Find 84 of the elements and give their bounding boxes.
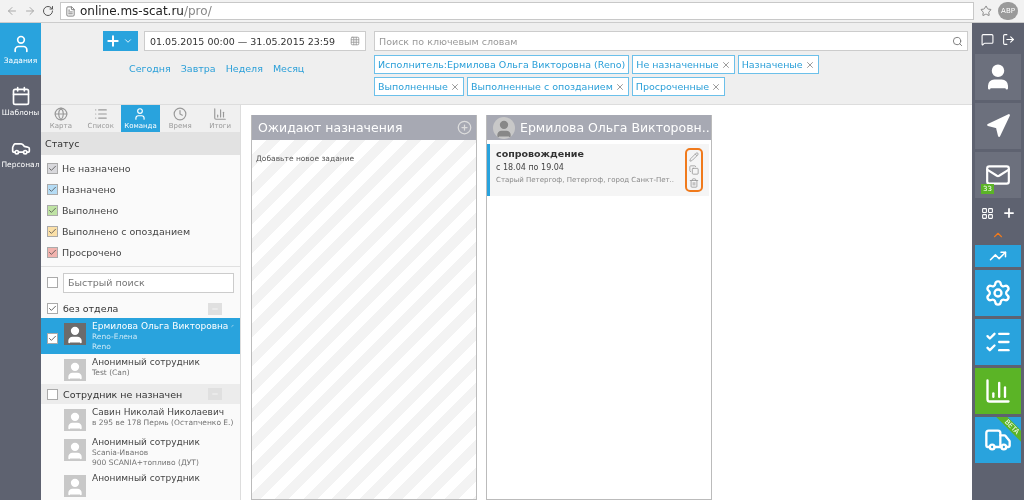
avatar-silhouette: [64, 323, 86, 346]
checkbox[interactable]: [47, 388, 58, 400]
employee-name: Анонимный сотрудник: [92, 357, 200, 368]
date-link[interactable]: Месяц: [272, 63, 305, 74]
page-icon: [65, 5, 76, 17]
avatar-silhouette: [64, 409, 86, 431]
date-range-field[interactable]: 01.05.2015 00:00 — 31.05.2015 23:59: [144, 31, 366, 51]
analytics-tile[interactable]: [975, 368, 1021, 414]
task-dates: с 18.04 по 19.04: [496, 163, 565, 172]
status-checkbox[interactable]: [47, 162, 58, 174]
filter-chip[interactable]: Исполнитель:Ермилова Ольга Викторовна (Reno): [374, 55, 630, 74]
list-icon: [93, 106, 108, 121]
status-checkbox[interactable]: [47, 225, 58, 237]
reload-icon: [42, 5, 54, 17]
quick-search-field[interactable]: Быстрый поиск: [63, 272, 234, 293]
add-icon[interactable]: [457, 120, 472, 135]
address-bar[interactable]: online.ms-scat.ru/pro/: [60, 2, 974, 20]
add-button[interactable]: [103, 31, 138, 51]
group-name: без отдела: [63, 303, 120, 315]
column-header: Ермилова Ольга Викторовн..: [487, 115, 711, 140]
status-checkbox[interactable]: [47, 183, 58, 195]
column-header: Ожидают назначения: [252, 115, 476, 140]
checkbox[interactable]: [47, 303, 58, 315]
search-field[interactable]: Поиск по ключевым словам: [374, 31, 968, 51]
settings-tile[interactable]: [975, 270, 1021, 316]
user-icon: [133, 106, 148, 121]
settings-icon: [984, 279, 1012, 307]
status-checkbox[interactable]: [47, 204, 58, 216]
filter-chip[interactable]: Выполненные с опозданием: [466, 77, 629, 96]
status-label: Не назначено: [62, 162, 131, 174]
search-icon: [952, 35, 963, 47]
close-icon[interactable]: [720, 59, 731, 70]
date-link[interactable]: Сегодня: [129, 63, 171, 74]
bar-chart-icon: [984, 377, 1012, 405]
add-icon: [1001, 206, 1016, 220]
avatar-silhouette: [64, 475, 86, 497]
group-name: Сотрудник не назначен: [63, 388, 184, 400]
chart-tile[interactable]: [975, 245, 1021, 267]
forward-icon: [24, 5, 36, 17]
filter-chip[interactable]: Просроченные: [631, 77, 726, 96]
navigation-arrow-icon: [985, 113, 1011, 139]
checkbox[interactable]: [47, 277, 58, 289]
back-icon: [6, 5, 18, 17]
checkbox[interactable]: [47, 333, 58, 345]
status-label: Назначено: [62, 183, 116, 195]
status-label: Выполнено: [62, 204, 119, 216]
trash-icon[interactable]: [689, 178, 699, 188]
chat-icon: [981, 32, 994, 46]
employee-row[interactable]: Анонимный сотрудник: [41, 470, 240, 500]
close-icon[interactable]: [449, 81, 460, 92]
logout-icon: [1002, 32, 1015, 46]
section-title: Статус: [41, 131, 240, 155]
clock-icon: [173, 106, 188, 121]
checklist-tile[interactable]: [975, 319, 1021, 365]
calendar-icon: [10, 85, 31, 106]
profile-tile[interactable]: [975, 54, 1021, 100]
bar-chart-icon: [213, 106, 228, 121]
close-icon[interactable]: [614, 81, 625, 92]
status-checkbox[interactable]: [47, 246, 58, 258]
task-title: сопровождение: [496, 148, 585, 159]
calendar-grid-icon: [350, 36, 360, 46]
close-icon[interactable]: [711, 81, 722, 92]
filter-chip[interactable]: Не назначенные: [632, 55, 735, 74]
layout-icon: [980, 206, 994, 220]
status-label: Выполнено с опозданием: [62, 225, 191, 237]
globe-icon: [53, 106, 68, 121]
avatar-silhouette: [493, 116, 515, 139]
plus-icon: [105, 33, 121, 49]
avatar-silhouette: [64, 439, 86, 461]
caret-icon[interactable]: [123, 36, 133, 46]
filter-chip[interactable]: Назначеные: [737, 55, 819, 74]
avatar-silhouette: [64, 359, 86, 382]
employee-name: Анонимный сотрудник: [92, 473, 200, 483]
status-label: Просрочено: [62, 246, 122, 258]
date-link[interactable]: Неделя: [225, 63, 263, 74]
employee-name: Анонимный сотрудник: [92, 437, 200, 447]
close-icon[interactable]: [804, 59, 815, 70]
filter-chip[interactable]: Выполненные: [374, 77, 464, 96]
employee-name: Ермилова Ольга Викторовна: [92, 321, 229, 332]
copy-icon[interactable]: [689, 165, 699, 175]
star-icon: [980, 5, 992, 17]
employee-name: Савин Николай Николаевич: [92, 407, 225, 417]
date-link[interactable]: Завтра: [180, 63, 216, 74]
navigation-tile[interactable]: [975, 103, 1021, 149]
